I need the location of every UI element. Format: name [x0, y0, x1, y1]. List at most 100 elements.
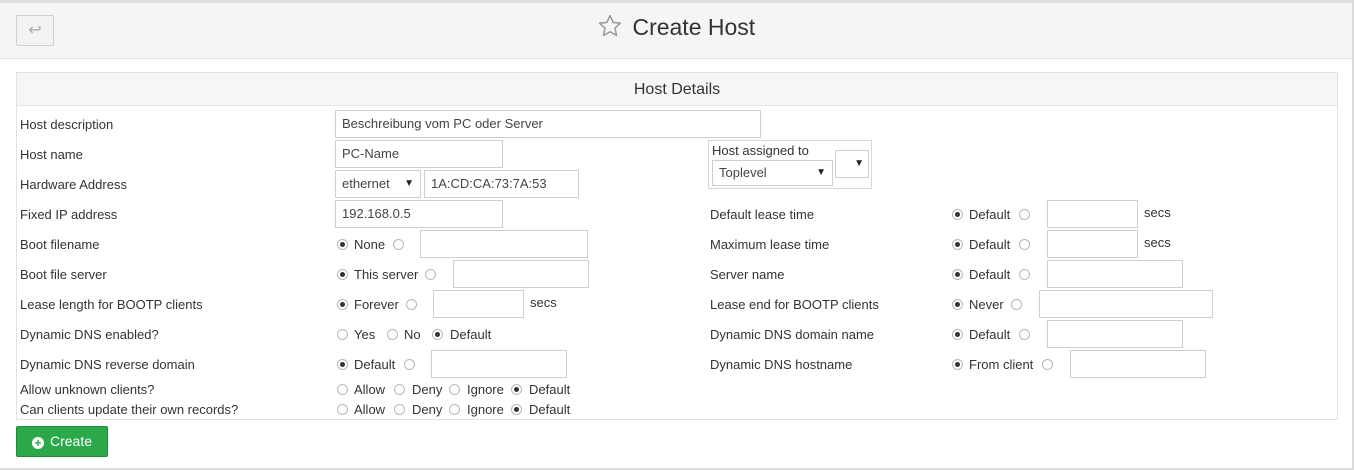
ddns-domain-input[interactable] — [1047, 320, 1183, 348]
host-assigned-label: Host assigned to — [712, 143, 809, 158]
max-lease-custom-radio[interactable] — [1019, 239, 1030, 250]
ddns-hostname-client-label: From client — [969, 357, 1034, 372]
host-assigned-select[interactable]: Toplevel ▼ — [712, 160, 833, 186]
server-name-label: Server name — [710, 267, 785, 282]
ddns-no-radio[interactable] — [387, 329, 398, 340]
unknown-allow-label: Allow — [354, 382, 386, 397]
ddns-default-radio[interactable] — [432, 329, 443, 340]
panel-heading: Host Details — [17, 73, 1337, 106]
ddns-no-label: No — [404, 327, 421, 342]
ddns-hostname-label: Dynamic DNS hostname — [710, 357, 853, 372]
boot-filename-none-label: None — [354, 237, 386, 252]
default-lease-custom-radio[interactable] — [1019, 209, 1030, 220]
lease-end-custom-radio[interactable] — [1011, 299, 1022, 310]
update-default-radio[interactable] — [511, 404, 522, 415]
update-default-label: Default — [529, 402, 571, 417]
server-name-input[interactable] — [1047, 260, 1183, 288]
unknown-allow-radio[interactable] — [337, 384, 348, 395]
ddns-reverse-default-label: Default — [354, 357, 396, 372]
max-lease-input[interactable] — [1047, 230, 1138, 258]
lease-end-input[interactable] — [1039, 290, 1213, 318]
create-button[interactable]: + Create — [16, 426, 108, 457]
chevron-down-icon: ▼ — [404, 178, 414, 189]
chevron-down-icon: ▼ — [854, 158, 864, 169]
update-ignore-label: Ignore — [467, 402, 504, 417]
default-lease-default-label: Default — [969, 207, 1011, 222]
lease-length-forever-radio[interactable] — [337, 299, 348, 310]
lease-end-never-radio[interactable] — [952, 299, 963, 310]
page-header: ↩ Create Host — [0, 3, 1352, 59]
ddns-reverse-input[interactable] — [431, 350, 567, 378]
boot-server-input[interactable] — [453, 260, 589, 288]
fixed-ip-label: Fixed IP address — [20, 207, 118, 222]
fixed-ip-input[interactable]: 192.168.0.5 — [335, 200, 503, 228]
update-allow-label: Allow — [354, 402, 386, 417]
ddns-domain-custom-radio[interactable] — [1019, 329, 1030, 340]
max-lease-label: Maximum lease time — [710, 237, 830, 252]
boot-server-this-label: This server — [354, 267, 419, 282]
unknown-deny-radio[interactable] — [394, 384, 405, 395]
max-lease-default-radio[interactable] — [952, 239, 963, 250]
server-name-custom-radio[interactable] — [1019, 269, 1030, 280]
server-name-default-label: Default — [969, 267, 1011, 282]
default-lease-label: Default lease time — [710, 207, 815, 222]
boot-filename-input[interactable] — [420, 230, 588, 258]
hardware-address-label: Hardware Address — [20, 177, 127, 192]
ddns-reverse-label: Dynamic DNS reverse domain — [20, 357, 195, 372]
default-lease-input[interactable] — [1047, 200, 1138, 228]
update-records-label: Can clients update their own records? — [20, 402, 239, 417]
page-title: Create Host — [632, 14, 756, 40]
ddns-domain-default-radio[interactable] — [952, 329, 963, 340]
unknown-ignore-label: Ignore — [467, 382, 504, 397]
ddns-hostname-custom-radio[interactable] — [1042, 359, 1053, 370]
hardware-type-select[interactable]: ethernet ▼ — [335, 170, 421, 198]
ddns-hostname-input[interactable] — [1070, 350, 1206, 378]
update-ignore-radio[interactable] — [449, 404, 460, 415]
lease-length-forever-label: Forever — [354, 297, 399, 312]
boot-server-custom-radio[interactable] — [425, 269, 436, 280]
host-description-input[interactable]: Beschreibung vom PC oder Server — [335, 110, 761, 138]
lease-length-custom-radio[interactable] — [406, 299, 417, 310]
hardware-address-input[interactable]: 1A:CD:CA:73:7A:53 — [424, 170, 579, 198]
boot-file-server-label: Boot file server — [20, 267, 107, 282]
ddns-reverse-default-radio[interactable] — [337, 359, 348, 370]
host-name-input[interactable]: PC-Name — [335, 140, 503, 168]
max-lease-default-label: Default — [969, 237, 1011, 252]
lease-length-input[interactable] — [433, 290, 524, 318]
ddns-reverse-custom-radio[interactable] — [404, 359, 415, 370]
ddns-domain-default-label: Default — [969, 327, 1011, 342]
lease-length-label: Lease length for BOOTP clients — [20, 297, 203, 312]
unknown-deny-label: Deny — [412, 382, 443, 397]
host-name-label: Host name — [20, 147, 83, 162]
unknown-ignore-radio[interactable] — [449, 384, 460, 395]
default-lease-unit: secs — [1144, 205, 1171, 220]
max-lease-unit: secs — [1144, 235, 1171, 250]
ddns-hostname-client-radio[interactable] — [952, 359, 963, 370]
allow-unknown-label: Allow unknown clients? — [20, 382, 155, 397]
boot-server-this-radio[interactable] — [337, 269, 348, 280]
update-allow-radio[interactable] — [337, 404, 348, 415]
star-outline-icon[interactable] — [597, 13, 623, 42]
boot-filename-custom-radio[interactable] — [393, 239, 404, 250]
ddns-yes-label: Yes — [354, 327, 376, 342]
create-button-label: Create — [49, 433, 93, 449]
update-deny-radio[interactable] — [394, 404, 405, 415]
title-area: Create Host — [0, 13, 1352, 42]
hardware-type-value: ethernet — [342, 176, 390, 191]
host-assigned-secondary-select[interactable]: ▼ — [835, 150, 869, 178]
plus-circle-icon: + — [31, 437, 44, 449]
boot-filename-none-radio[interactable] — [337, 239, 348, 250]
ddns-yes-radio[interactable] — [337, 329, 348, 340]
lease-end-never-label: Never — [969, 297, 1004, 312]
server-name-default-radio[interactable] — [952, 269, 963, 280]
lease-end-label: Lease end for BOOTP clients — [710, 297, 879, 312]
unknown-default-radio[interactable] — [511, 384, 522, 395]
host-description-label: Host description — [20, 117, 114, 132]
ddns-domain-label: Dynamic DNS domain name — [710, 327, 875, 342]
update-deny-label: Deny — [412, 402, 443, 417]
boot-filename-label: Boot filename — [20, 237, 100, 252]
ddns-default-label: Default — [450, 327, 492, 342]
host-assigned-value: Toplevel — [719, 165, 767, 180]
ddns-enabled-label: Dynamic DNS enabled? — [20, 327, 159, 342]
default-lease-default-radio[interactable] — [952, 209, 963, 220]
